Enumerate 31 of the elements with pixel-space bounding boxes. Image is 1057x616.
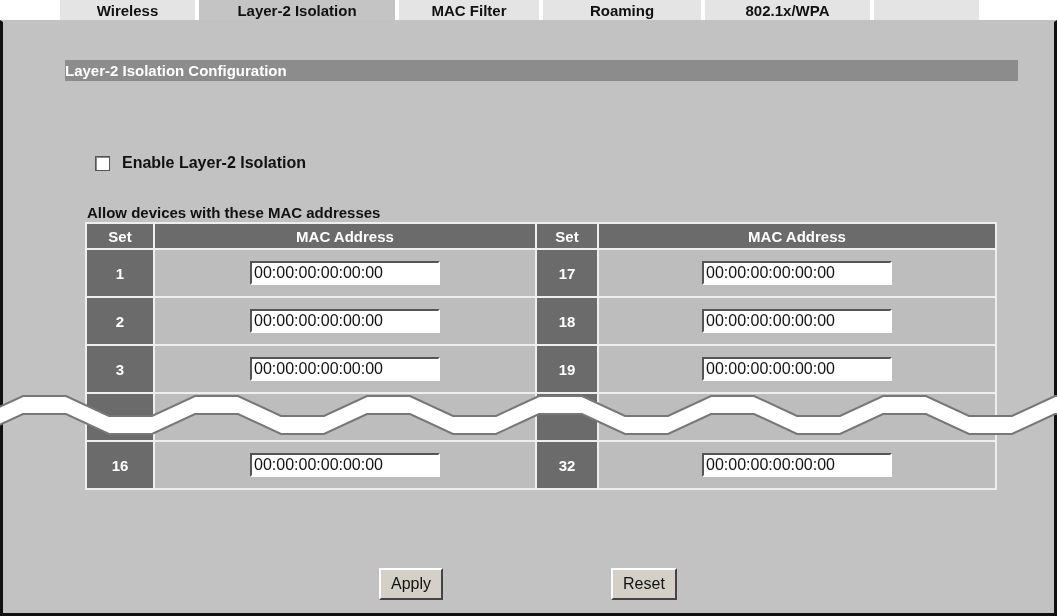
tab[interactable]: MAC Filter [399, 0, 539, 20]
mac-address-field[interactable]: 00:00:00:00:00:00 [702, 357, 892, 381]
tab[interactable]: 802.1x/WPA [705, 0, 870, 20]
mac-address-field[interactable]: 00:00:00:00:00:00 [250, 309, 440, 333]
table-caption: Allow devices with these MAC addresses [87, 204, 382, 221]
mac-address-field[interactable]: 00:00:00:00:00:00 [250, 453, 440, 477]
tab[interactable]: Layer-2 Isolation [199, 0, 395, 20]
form-button[interactable]: Reset [611, 568, 677, 600]
column-header: Set [87, 224, 153, 248]
set-number-cell: 1 [87, 250, 153, 296]
mac-address-field[interactable]: 00:00:00:00:00:00 [702, 309, 892, 333]
mac-address-field[interactable]: 00:00:00:00:00:00 [702, 453, 892, 477]
mac-address-field[interactable]: 00:00:00:00:00:00 [250, 261, 440, 285]
checkbox[interactable] [95, 155, 110, 171]
set-number-cell: 19 [537, 346, 597, 392]
tab[interactable]: Roaming [543, 0, 701, 20]
mac-address-field[interactable]: 00:00:00:00:00:00 [702, 261, 892, 285]
set-number-cell: 17 [537, 250, 597, 296]
set-number-cell: 3 [87, 346, 153, 392]
tab[interactable]: Wireless [60, 0, 195, 20]
set-number-cell: 18 [537, 298, 597, 344]
column-header: MAC Address [155, 224, 535, 248]
set-number-cell: 16 [87, 442, 153, 488]
form-button[interactable]: Apply [379, 568, 444, 600]
column-header: MAC Address [599, 224, 995, 248]
section-title: Layer-2 Isolation Configuration [65, 60, 1018, 81]
set-number-cell: 2 [87, 298, 153, 344]
column-header: Set [537, 224, 597, 248]
mac-address-field[interactable]: 00:00:00:00:00:00 [250, 357, 440, 381]
checkbox-label: Enable Layer-2 Isolation [122, 154, 307, 172]
set-number-cell: 32 [537, 442, 597, 488]
